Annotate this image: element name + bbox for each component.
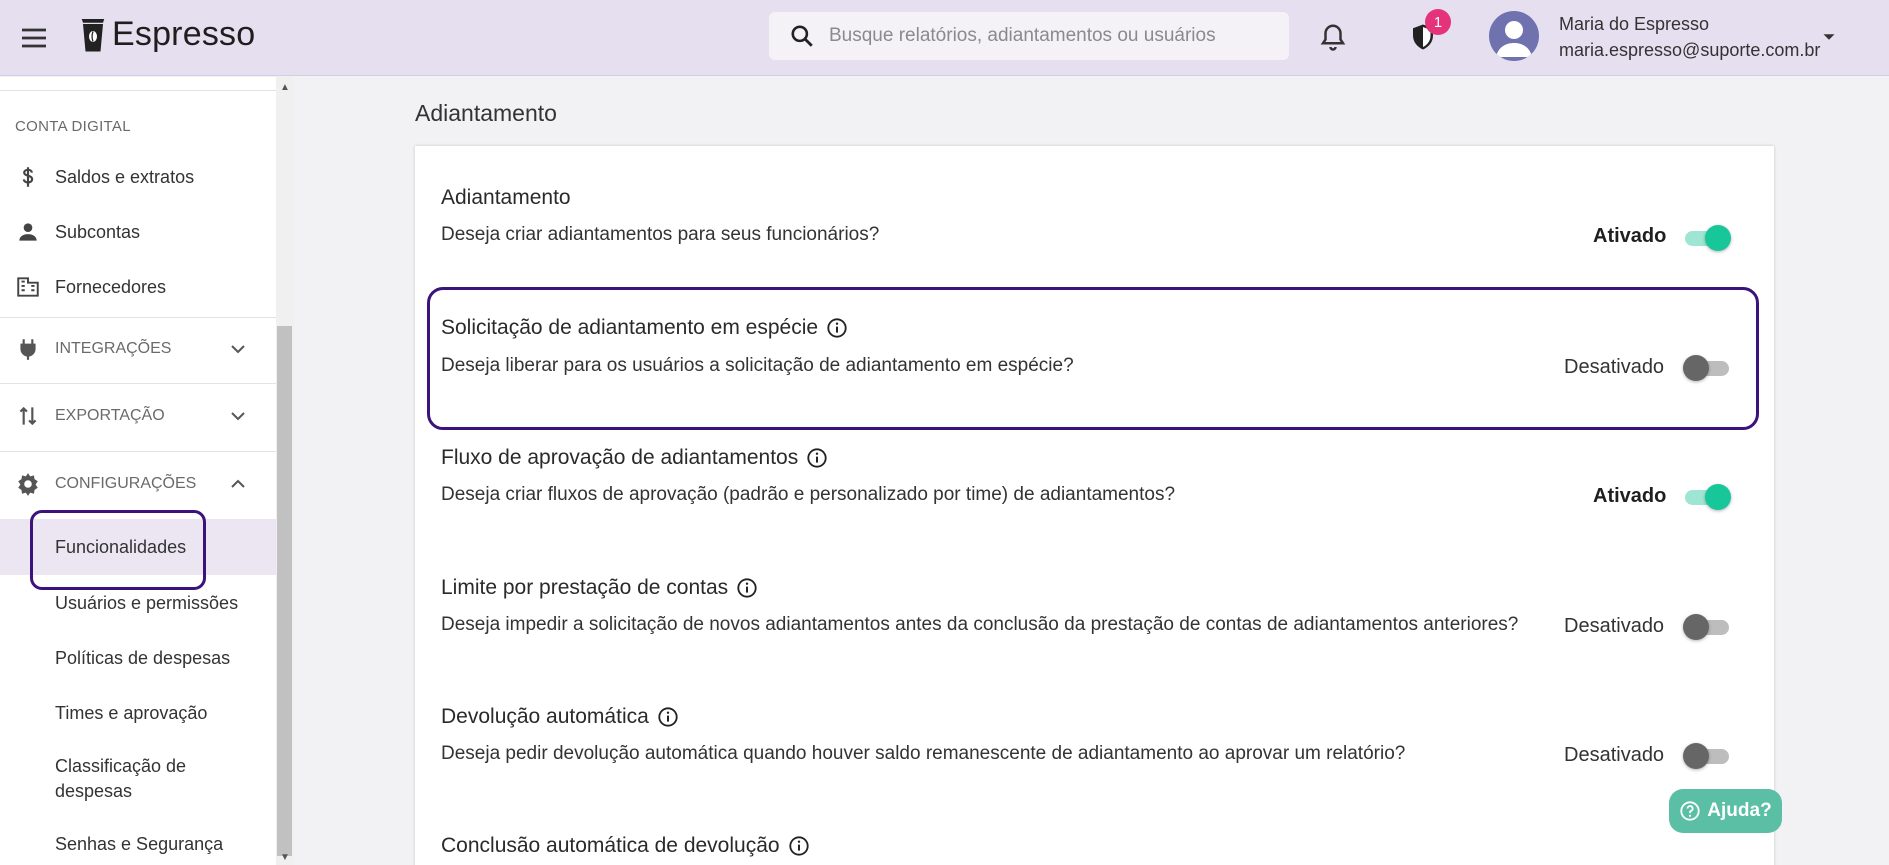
setting-description: Deseja liberar para os usuários a solici… — [441, 355, 1074, 376]
sidebar-group-integracoes[interactable]: INTEGRAÇÕES — [0, 325, 276, 373]
scrollbar-thumb[interactable] — [277, 326, 292, 856]
sidebar-sub-label: Senhas e Segurança — [55, 834, 224, 854]
sidebar-sub-label: Times e aprovação — [55, 703, 208, 723]
user-email: maria.espresso@suporte.com.br — [1559, 40, 1821, 60]
sidebar-item-subcontas[interactable]: Subcontas — [0, 208, 276, 256]
info-icon[interactable] — [736, 577, 758, 599]
scroll-up-arrow-icon[interactable]: ▲ — [280, 82, 290, 93]
chevron-up-icon — [231, 479, 245, 488]
devolucao-automatica-toggle[interactable] — [1683, 740, 1731, 772]
scroll-down-arrow-icon[interactable]: ▼ — [280, 852, 290, 863]
user-name: Maria do Espresso — [1559, 14, 1710, 34]
sidebar-item-label: Saldos e extratos — [55, 166, 195, 187]
sidebar-item-classificacao[interactable]: Classificação de despesas — [0, 752, 276, 812]
info-icon[interactable] — [657, 706, 679, 728]
setting-status: Desativado — [1564, 615, 1665, 637]
person-icon — [19, 223, 37, 241]
setting-title: Solicitação de adiantamento em espécie — [441, 316, 848, 340]
help-label: Ajuda? — [1707, 800, 1772, 821]
setting-status: Desativado — [1564, 356, 1665, 378]
setting-status: Ativado — [1593, 225, 1667, 247]
sidebar-group-label: INTEGRAÇÕES — [55, 340, 172, 357]
info-icon[interactable] — [826, 317, 848, 339]
fluxo-aprovacao-toggle[interactable] — [1683, 481, 1731, 513]
setting-title: Fluxo de aprovação de adiantamentos — [441, 446, 828, 470]
notification-badge: 1 — [1425, 9, 1451, 35]
sidebar-item-times[interactable]: Times e aprovação — [0, 695, 276, 740]
sidebar-sub-label: Políticas de despesas — [55, 648, 231, 668]
caret-down-icon[interactable] — [1818, 26, 1840, 48]
page-title: Adiantamento — [415, 100, 557, 126]
app-name: Espresso — [112, 14, 256, 53]
setting-title-text: Limite por prestação de contas — [441, 576, 729, 599]
sidebar-divider — [0, 383, 276, 384]
setting-title-text: Fluxo de aprovação de adiantamentos — [441, 446, 799, 469]
sidebar-item-saldos[interactable]: Saldos e extratos — [0, 153, 276, 201]
limite-prestacao-toggle[interactable] — [1683, 611, 1731, 643]
sidebar-item-fornecedores[interactable]: Fornecedores — [0, 263, 276, 311]
chevron-down-icon — [231, 412, 245, 421]
sidebar-group-configuracoes[interactable]: CONFIGURAÇÕES — [0, 460, 276, 508]
sidebar-item-politicas[interactable]: Políticas de despesas — [0, 640, 276, 685]
setting-description: Deseja pedir devolução automática quando… — [441, 743, 1406, 764]
funcionalidades-highlight — [30, 510, 206, 590]
search-input[interactable] — [829, 25, 1269, 47]
sidebar-group-label: EXPORTAÇÃO — [55, 407, 165, 424]
app-logo[interactable]: Espresso — [78, 12, 255, 56]
setting-title: Adiantamento — [441, 186, 571, 210]
sidebar-divider — [0, 451, 276, 452]
setting-status: Desativado — [1564, 744, 1665, 766]
setting-title: Limite por prestação de contas — [441, 576, 758, 600]
especie-toggle[interactable] — [1683, 352, 1731, 384]
chevron-down-icon — [231, 345, 245, 354]
search-icon — [791, 25, 813, 47]
sidebar-sub-label: Usuários e permissões — [55, 593, 239, 613]
dollar-icon — [22, 167, 34, 187]
setting-description: Deseja criar adiantamentos para seus fun… — [441, 224, 880, 245]
top-bar: Espresso 1 Maria do Espresso maria.espre… — [0, 0, 1889, 76]
bell-icon[interactable] — [1318, 20, 1348, 54]
swap-vertical-icon — [19, 406, 37, 426]
avatar[interactable] — [1489, 11, 1539, 61]
setting-title-text: Solicitação de adiantamento em espécie — [441, 316, 819, 339]
setting-title-text: Adiantamento — [441, 186, 571, 209]
setting-title: Conclusão automática de devolução — [441, 834, 810, 858]
gear-icon — [18, 473, 38, 496]
sidebar-sub-label: Classificação de despesas — [55, 756, 187, 801]
plug-icon — [20, 339, 36, 360]
help-circle-icon — [1680, 801, 1700, 821]
setting-description: Deseja criar fluxos de aprovação (padrão… — [441, 484, 1176, 505]
sidebar-group-label: CONFIGURAÇÕES — [55, 475, 197, 492]
setting-status: Ativado — [1593, 485, 1667, 507]
sidebar-section-conta-digital: CONTA DIGITAL — [15, 118, 131, 135]
sidebar-item-label: Subcontas — [55, 221, 141, 242]
help-button[interactable]: Ajuda? — [1669, 789, 1782, 833]
building-icon — [17, 277, 39, 297]
coffee-cup-icon — [81, 19, 105, 52]
sidebar-item-label: Fornecedores — [55, 276, 167, 297]
info-icon[interactable] — [788, 835, 810, 857]
sidebar-group-exportacao[interactable]: EXPORTAÇÃO — [0, 392, 276, 440]
info-icon[interactable] — [806, 447, 828, 469]
setting-description: Deseja impedir a solicitação de novos ad… — [441, 614, 1519, 635]
sidebar-divider — [0, 317, 276, 318]
setting-title-text: Conclusão automática de devolução — [441, 834, 780, 857]
setting-title: Devolução automática — [441, 705, 679, 729]
sidebar-divider — [0, 90, 276, 91]
sidebar-item-senhas[interactable]: Senhas e Segurança — [0, 830, 276, 865]
adiantamento-toggle[interactable] — [1683, 222, 1731, 254]
sidebar-item-usuarios[interactable]: Usuários e permissões — [0, 585, 276, 630]
setting-title-text: Devolução automática — [441, 705, 649, 728]
search-box[interactable] — [769, 12, 1289, 60]
menu-icon[interactable] — [18, 22, 50, 54]
